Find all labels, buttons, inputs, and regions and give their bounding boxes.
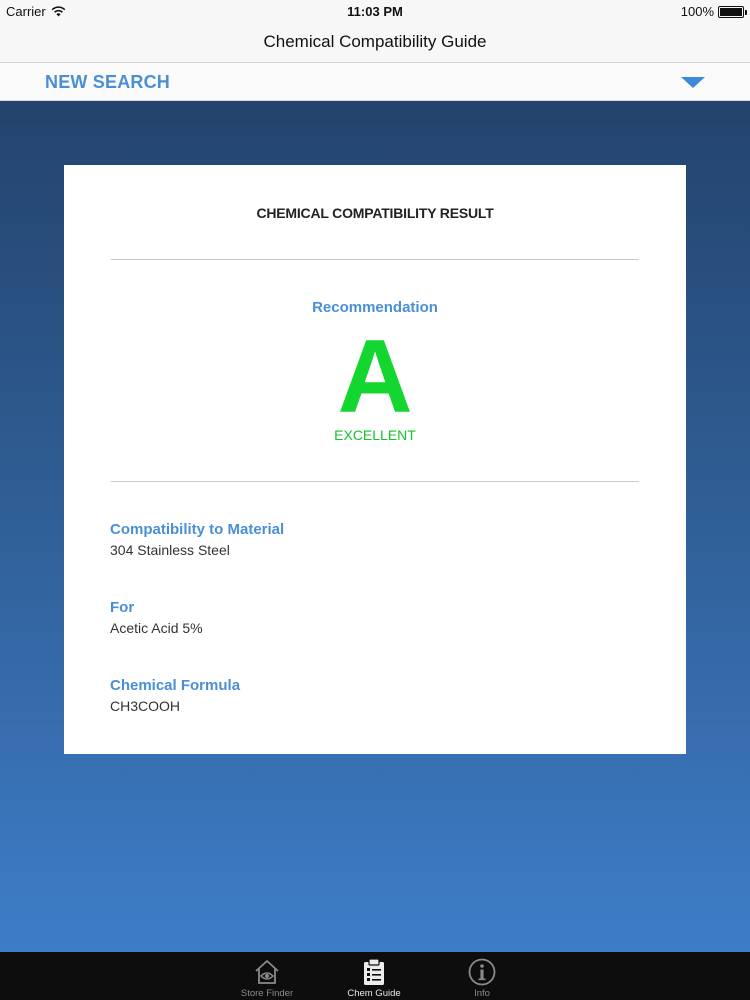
clipboard-icon xyxy=(364,958,384,985)
tab-label: Store Finder xyxy=(240,988,294,999)
recommendation-grade: A xyxy=(337,319,413,435)
store-finder-icon xyxy=(255,960,279,984)
divider xyxy=(111,259,639,260)
page-title: Chemical Compatibility Guide xyxy=(263,32,487,51)
result-title: CHEMICAL COMPATIBILITY RESULT xyxy=(256,205,494,221)
detail-label: Compatibility to Material xyxy=(110,521,285,538)
new-search-bar[interactable]: NEW SEARCH xyxy=(0,63,750,101)
detail-value: CH3COOH xyxy=(110,698,181,714)
detail-label: Chemical Formula xyxy=(110,677,241,694)
battery-percent: 100% xyxy=(680,4,714,19)
detail-value: Acetic Acid 5% xyxy=(110,620,203,636)
detail-label: For xyxy=(110,599,135,616)
status-right: 100% xyxy=(680,4,747,19)
detail-material: Compatibility to Material 304 Stainless … xyxy=(110,521,284,558)
status-bar: Carrier 11:03 PM 100% xyxy=(0,0,750,22)
navigation-bar: Chemical Compatibility Guide xyxy=(0,22,750,63)
tab-info[interactable]: Info xyxy=(437,952,527,1000)
result-card: CHEMICAL COMPATIBILITY RESULT Recommenda… xyxy=(64,165,686,754)
tab-bar: Store Finder Chem Guide Info xyxy=(0,952,750,1000)
chevron-down-icon[interactable] xyxy=(681,77,705,88)
content-area: CHEMICAL COMPATIBILITY RESULT Recommenda… xyxy=(0,101,750,952)
recommendation-grade-text: EXCELLENT xyxy=(334,427,416,443)
divider xyxy=(111,481,639,482)
new-search-label[interactable]: NEW SEARCH xyxy=(45,72,170,93)
detail-chemical: For Acetic Acid 5% xyxy=(110,599,203,636)
tab-chem-guide[interactable]: Chem Guide xyxy=(329,952,419,1000)
battery-icon xyxy=(718,5,747,18)
status-time: 11:03 PM xyxy=(347,4,403,19)
recommendation-label: Recommendation xyxy=(312,299,438,316)
tab-store-finder[interactable]: Store Finder xyxy=(222,952,312,1000)
detail-formula: Chemical Formula CH3COOH xyxy=(110,677,240,714)
tab-label: Chem Guide xyxy=(347,988,401,999)
detail-value: 304 Stainless Steel xyxy=(110,542,230,558)
tab-label: Info xyxy=(474,988,490,999)
info-icon xyxy=(468,958,496,986)
